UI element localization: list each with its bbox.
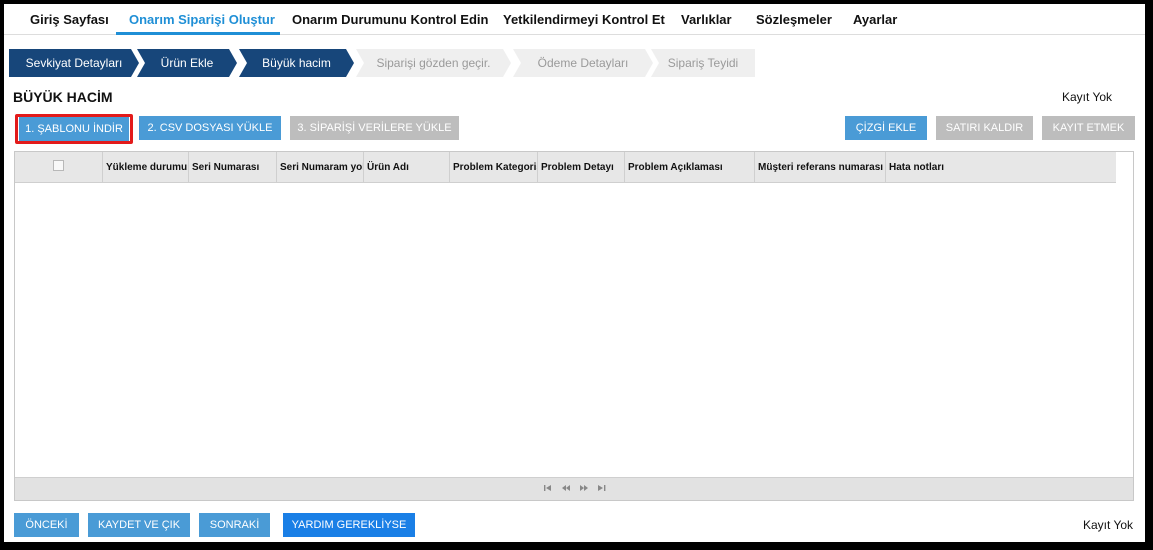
step-label: Siparişi gözden geçir. bbox=[376, 56, 491, 70]
column-header[interactable]: Problem Kategoris bbox=[450, 152, 538, 182]
next-button[interactable]: SONRAKİ bbox=[199, 513, 270, 537]
step-shipping-details[interactable]: Sevkiyat Detayları bbox=[9, 49, 139, 77]
column-header[interactable]: Müşteri referans numarası bbox=[755, 152, 886, 182]
add-line-button[interactable]: ÇİZGİ EKLE bbox=[845, 116, 927, 140]
step-order-confirmation[interactable]: Sipariş Teyidi bbox=[651, 49, 755, 77]
nav-settings[interactable]: Ayarlar bbox=[853, 12, 897, 27]
column-header[interactable]: Seri Numaram yok bbox=[277, 152, 364, 182]
step-label: Büyük hacim bbox=[262, 56, 331, 70]
active-nav-underline bbox=[116, 32, 280, 35]
nav-assets[interactable]: Varlıklar bbox=[681, 12, 732, 27]
last-page-icon[interactable] bbox=[597, 484, 607, 492]
column-header[interactable]: Seri Numarası bbox=[189, 152, 277, 182]
column-header[interactable]: Ürün Adı bbox=[364, 152, 450, 182]
step-review-order[interactable]: Siparişi gözden geçir. bbox=[356, 49, 511, 77]
grid-pager bbox=[15, 477, 1133, 500]
save-and-exit-button[interactable]: KAYDET VE ÇIK bbox=[88, 513, 190, 537]
step-add-product[interactable]: Ürün Ekle bbox=[137, 49, 237, 77]
step-label: Sipariş Teyidi bbox=[667, 56, 739, 70]
section-title: BÜYÜK HACİM bbox=[13, 89, 113, 105]
grid-header: Yükleme durumu b Seri Numarası Seri Numa… bbox=[15, 152, 1116, 183]
app-frame: Giriş Sayfası Onarım Siparişi Oluştur On… bbox=[4, 4, 1145, 542]
first-page-icon[interactable] bbox=[543, 484, 553, 492]
nav-contracts[interactable]: Sözleşmeler bbox=[756, 12, 832, 27]
upload-order-data-button[interactable]: 3. SİPARİŞİ VERİLERE YÜKLE bbox=[290, 116, 459, 140]
step-label: Ödeme Detayları bbox=[537, 56, 629, 70]
nav-check-authorization[interactable]: Yetkilendirmeyi Kontrol Et bbox=[503, 12, 665, 27]
step-bulk-volume[interactable]: Büyük hacim bbox=[239, 49, 354, 77]
bulk-upload-grid: Yükleme durumu b Seri Numarası Seri Numa… bbox=[14, 151, 1134, 501]
nav-home[interactable]: Giriş Sayfası bbox=[30, 12, 109, 27]
save-record-button[interactable]: KAYIT ETMEK bbox=[1042, 116, 1135, 140]
upload-csv-button[interactable]: 2. CSV DOSYASI YÜKLE bbox=[139, 116, 281, 140]
help-needed-button[interactable]: YARDIM GEREKLİYSE bbox=[283, 513, 415, 537]
step-label: Ürün Ekle bbox=[160, 56, 214, 70]
next-page-icon[interactable] bbox=[579, 484, 589, 492]
column-header[interactable]: Problem Açıklaması bbox=[625, 152, 755, 182]
previous-button[interactable]: ÖNCEKİ bbox=[14, 513, 79, 537]
nav-create-repair-order[interactable]: Onarım Siparişi Oluştur bbox=[129, 12, 275, 27]
select-all-column bbox=[15, 152, 103, 182]
step-payment-details[interactable]: Ödeme Detayları bbox=[513, 49, 653, 77]
select-all-checkbox[interactable] bbox=[53, 160, 64, 171]
highlight-box bbox=[15, 114, 133, 144]
step-label: Sevkiyat Detayları bbox=[25, 56, 123, 70]
no-record-status-top: Kayıt Yok bbox=[1062, 90, 1113, 104]
remove-row-button[interactable]: SATIRI KALDIR bbox=[936, 116, 1033, 140]
column-header[interactable]: Hata notları bbox=[886, 152, 1116, 182]
prev-page-icon[interactable] bbox=[561, 484, 571, 492]
column-header[interactable]: Problem Detayı bbox=[538, 152, 625, 182]
nav-check-repair-status[interactable]: Onarım Durumunu Kontrol Edin bbox=[292, 12, 488, 27]
no-record-status-bottom: Kayıt Yok bbox=[1083, 518, 1134, 532]
column-header[interactable]: Yükleme durumu b bbox=[103, 152, 189, 182]
top-navigation: Giriş Sayfası Onarım Siparişi Oluştur On… bbox=[4, 4, 1145, 35]
